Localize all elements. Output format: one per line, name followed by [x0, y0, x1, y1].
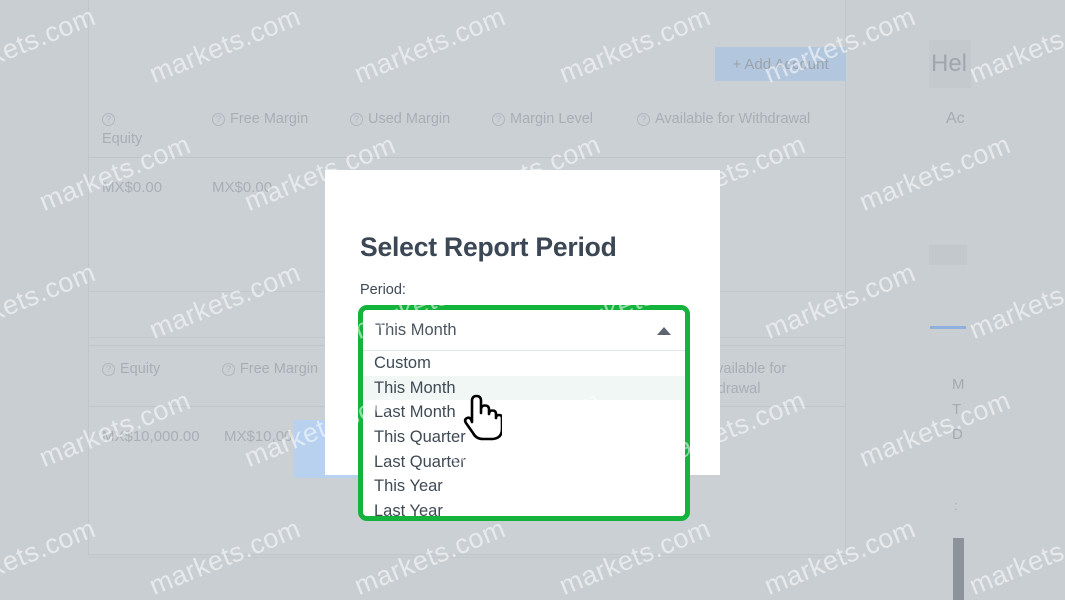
panel-action-button[interactable]	[953, 538, 964, 600]
period-select-options: Custom This Month Last Month This Quarter La…	[363, 351, 685, 516]
greeting-label: Hel	[929, 40, 971, 88]
divider	[88, 557, 846, 558]
right-side-panel: Hel Ac MTD :	[924, 0, 1065, 600]
period-select-value: This Month	[375, 320, 457, 339]
info-icon[interactable]: ?	[637, 113, 650, 126]
info-icon[interactable]: ?	[102, 363, 115, 376]
cell-equity: MX$10,000.00	[102, 427, 200, 445]
account-label: Ac	[946, 110, 965, 127]
option-last-month[interactable]: Last Month	[363, 400, 685, 425]
panel-menu-labels: MTD	[952, 376, 965, 443]
info-icon[interactable]: ?	[492, 113, 505, 126]
period-select-trigger[interactable]: This Month	[363, 310, 685, 351]
column-header-used-margin: ? Used Margin	[350, 96, 492, 157]
add-account-button[interactable]: + Add Account	[715, 47, 846, 81]
info-icon[interactable]: ?	[221, 363, 235, 376]
column-header-free-margin: ? Free Margin	[212, 96, 350, 157]
info-icon[interactable]: ?	[102, 113, 115, 126]
info-icon[interactable]: ?	[212, 113, 225, 126]
active-tab-underline	[930, 326, 966, 329]
panel-detail-text: :	[954, 500, 958, 512]
table-header-row: ? Equity ? Free Margin ? Used Margin ? Marg…	[88, 96, 846, 158]
info-icon[interactable]: ?	[350, 113, 363, 126]
cell-equity: MX$0.00	[102, 178, 163, 196]
column-header-available-for-withdrawal: ?Available for Withdrawal	[637, 96, 817, 157]
option-this-month[interactable]: This Month	[363, 375, 685, 401]
option-this-quarter[interactable]: This Quarter	[363, 425, 685, 450]
option-custom[interactable]: Custom	[363, 351, 685, 376]
chevron-up-icon[interactable]	[657, 327, 671, 335]
modal-title: Select Report Period	[360, 232, 617, 262]
panel-tab[interactable]	[929, 245, 967, 265]
option-this-year[interactable]: This Year	[363, 474, 685, 499]
period-field-label: Period:	[360, 282, 406, 298]
app-root: + Add Account ? Equity ? Free Margin ? Use…	[0, 0, 1065, 600]
period-select-highlight: This Month Custom This Month Last Month Thi…	[358, 305, 690, 521]
option-last-year[interactable]: Last Year	[363, 499, 685, 516]
column-header-margin-level: ? Margin Level	[492, 96, 637, 157]
option-last-quarter[interactable]: Last Quarter	[363, 450, 685, 475]
column-header-equity: ? Equity	[102, 113, 143, 147]
column-header-equity: ? Equity	[102, 346, 222, 406]
